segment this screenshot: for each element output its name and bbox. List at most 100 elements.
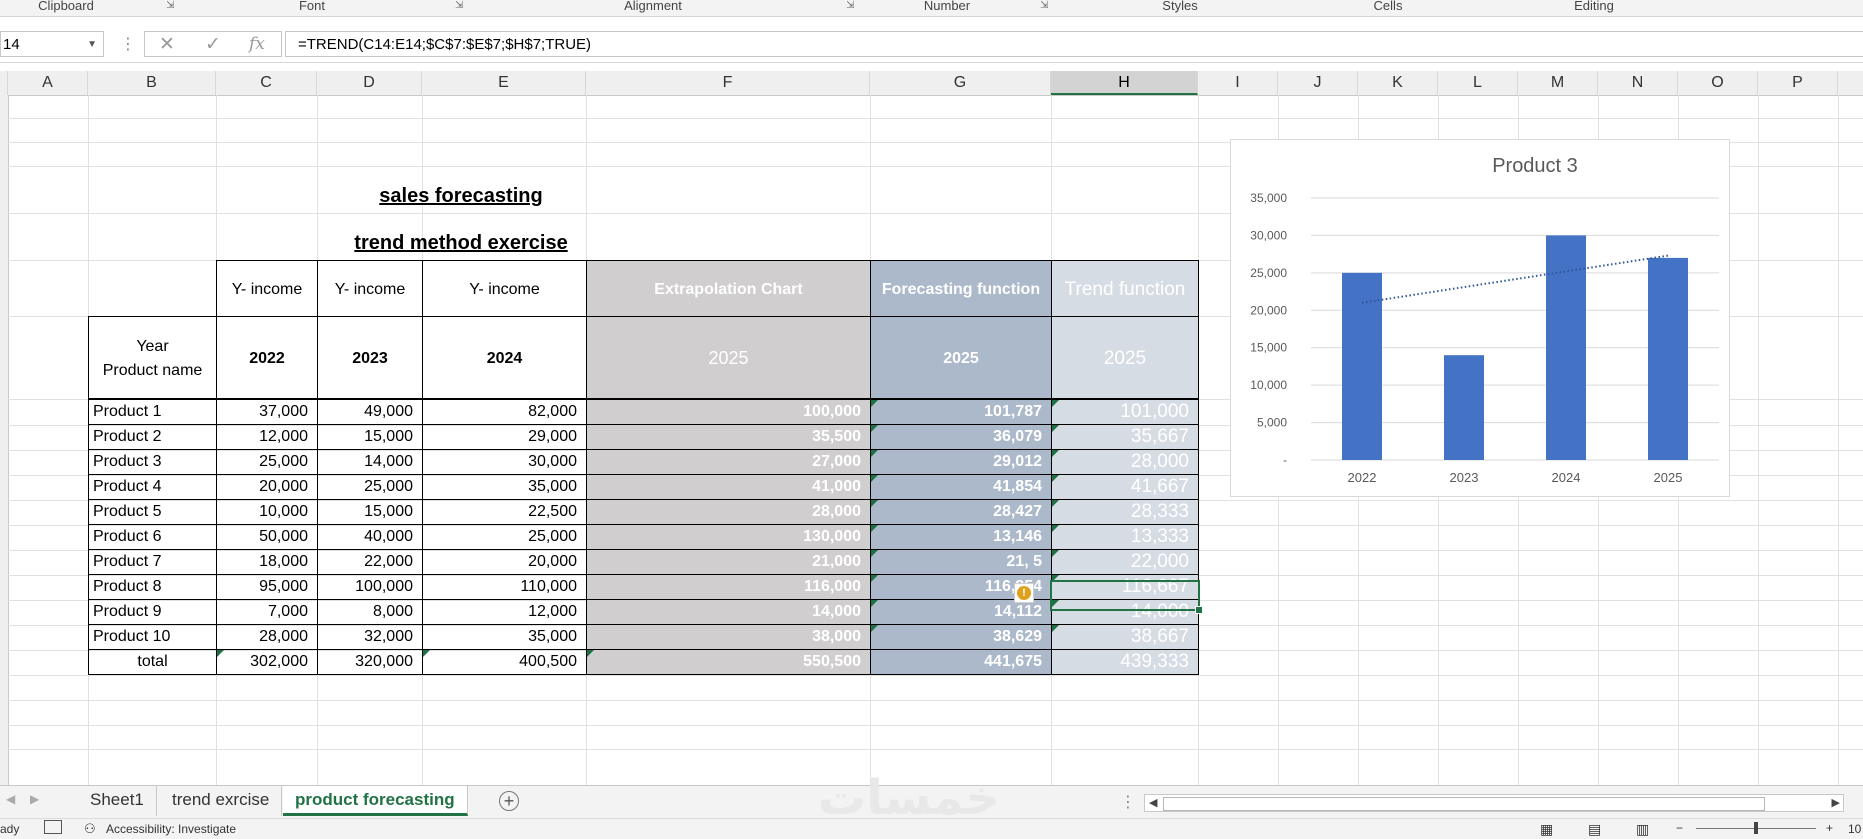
row-2-y2023-cell[interactable]: 15,000 [317,424,423,450]
row-1-y2024-cell[interactable]: 82,000 [422,399,587,425]
row-10-y2022-cell[interactable]: 28,000 [216,624,318,650]
column-header-f[interactable]: F [586,71,870,95]
header-year-2024[interactable]: 2024 [422,316,587,399]
row-2-extrap-cell[interactable]: 35,500 [586,424,871,450]
row-4-extrap-cell[interactable]: 41,000 [586,474,871,500]
header-extrap-2025[interactable]: 2025 [586,316,871,399]
row-10-y2023-cell[interactable]: 32,000 [317,624,423,650]
row-5-forecast-cell[interactable]: 28,427 [870,499,1052,525]
row-9-y2022-cell[interactable]: 7,000 [216,599,318,625]
clipboard-launcher-icon[interactable]: ⇲ [166,1,176,11]
fill-handle[interactable] [1195,606,1203,614]
row-7-forecast-cell[interactable]: 21, 5 [870,549,1052,575]
row-1-forecast-cell[interactable]: 101,787 [870,399,1052,425]
row-4-trend-cell[interactable]: 41,667 [1051,474,1199,500]
column-header-d[interactable]: D [317,71,422,95]
column-header-h[interactable]: H [1051,71,1198,95]
row-5-y2023-cell[interactable]: 15,000 [317,499,423,525]
column-header-e[interactable]: E [422,71,586,95]
row-8-y2023-cell[interactable]: 100,000 [317,574,423,600]
row-10-y2024-cell[interactable]: 35,000 [422,624,587,650]
row-8-trend-cell[interactable]: 116,667 [1051,574,1199,600]
tab-trend-exrcise[interactable]: trend exrcise [160,786,283,816]
column-header-g[interactable]: G [870,71,1051,95]
row-7-y2023-cell[interactable]: 22,000 [317,549,423,575]
column-header-c[interactable]: C [216,71,317,95]
row-5-y2022-cell[interactable]: 10,000 [216,499,318,525]
row-3-extrap-cell[interactable]: 27,000 [586,449,871,475]
row-5-extrap-cell[interactable]: 28,000 [586,499,871,525]
header-year-2022[interactable]: 2022 [216,316,318,399]
error-warning-icon[interactable]: ! [1014,583,1034,603]
zoom-level[interactable]: 10 [1848,822,1861,836]
select-all-corner[interactable] [0,71,8,95]
row-4-y2022-cell[interactable]: 20,000 [216,474,318,500]
row-3-y2022-cell[interactable]: 25,000 [216,449,318,475]
row-6-forecast-cell[interactable]: 13,146 [870,524,1052,550]
header-forecast-2025[interactable]: 2025 [870,316,1052,399]
formula-input[interactable]: =TREND(C14:E14;$C$7:$E$7;$H$7;TRUE) [285,31,1863,57]
page-layout-view-icon[interactable]: ▤ [1588,821,1601,838]
row-5-name-cell[interactable]: Product 5 [88,499,217,525]
horizontal-scrollbar[interactable]: ◀ ▶ [1144,794,1844,812]
column-header-b[interactable]: B [88,71,216,95]
accessibility-icon[interactable]: ⚇ [84,821,96,837]
row-3-name-cell[interactable]: Product 3 [88,449,217,475]
header-income-2024[interactable]: Y- income [422,260,587,317]
column-header-a[interactable]: A [8,71,88,95]
insert-function-icon[interactable]: fx [249,34,265,54]
row-7-y2022-cell[interactable]: 18,000 [216,549,318,575]
row-9-y2023-cell[interactable]: 8,000 [317,599,423,625]
row-5-y2024-cell[interactable]: 22,500 [422,499,587,525]
row-1-y2022-cell[interactable]: 37,000 [216,399,318,425]
header-income-2022[interactable]: Y- income [216,260,318,317]
row-8-extrap-cell[interactable]: 116,000 [586,574,871,600]
row-1-trend-cell[interactable]: 101,000 [1051,399,1199,425]
header-income-2023[interactable]: Y- income [317,260,423,317]
font-launcher-icon[interactable]: ⇲ [455,1,465,11]
column-header-m[interactable]: M [1518,71,1598,95]
row-2-y2022-cell[interactable]: 12,000 [216,424,318,450]
name-box[interactable]: 14 ▼ [0,31,104,57]
zoom-out-icon[interactable]: − [1676,821,1683,835]
row-7-name-cell[interactable]: Product 7 [88,549,217,575]
row-3-y2023-cell[interactable]: 14,000 [317,449,423,475]
row-2-y2024-cell[interactable]: 29,000 [422,424,587,450]
column-header-n[interactable]: N [1598,71,1678,95]
row-9-extrap-cell[interactable]: 14,000 [586,599,871,625]
row-3-y2024-cell[interactable]: 30,000 [422,449,587,475]
total-y2023-cell[interactable]: 320,000 [317,649,423,675]
scrollbar-thumb[interactable] [1163,797,1765,811]
row-6-y2022-cell[interactable]: 50,000 [216,524,318,550]
tab-next-icon[interactable]: ▶ [30,792,39,806]
row-6-name-cell[interactable]: Product 6 [88,524,217,550]
tab-split-grip-icon[interactable]: ⋮ [1120,792,1136,812]
total-name-cell[interactable]: total [88,649,217,675]
row-2-trend-cell[interactable]: 35,667 [1051,424,1199,450]
total-trend-cell[interactable]: 439,333 [1051,649,1199,675]
row-6-y2023-cell[interactable]: 40,000 [317,524,423,550]
total-extrap-cell[interactable]: 550,500 [586,649,871,675]
row-7-trend-cell[interactable]: 22,000 [1051,549,1199,575]
header-trend-2025[interactable]: 2025 [1051,316,1199,399]
add-sheet-icon[interactable]: + [499,791,519,811]
row-1-y2023-cell[interactable]: 49,000 [317,399,423,425]
scroll-left-icon[interactable]: ◀ [1149,795,1157,811]
row-9-trend-cell[interactable]: 14,000 [1051,599,1199,625]
row-8-name-cell[interactable]: Product 8 [88,574,217,600]
row-1-name-cell[interactable]: Product 1 [88,399,217,425]
header-year-product[interactable]: Year Product name [88,316,217,399]
row-10-trend-cell[interactable]: 38,667 [1051,624,1199,650]
row-8-y2022-cell[interactable]: 95,000 [216,574,318,600]
header-trend-function[interactable]: Trend function [1051,260,1199,317]
cancel-icon[interactable]: ✕ [159,33,175,56]
column-header-p[interactable]: P [1758,71,1838,95]
header-extrapolation-chart[interactable]: Extrapolation Chart [586,260,871,317]
zoom-slider-thumb[interactable] [1754,822,1758,834]
column-header-o[interactable]: O [1678,71,1758,95]
status-accessibility[interactable]: Accessibility: Investigate [106,822,236,836]
row-10-name-cell[interactable]: Product 10 [88,624,217,650]
number-launcher-icon[interactable]: ⇲ [1040,1,1050,11]
tab-prev-icon[interactable]: ◀ [6,792,15,806]
row-2-forecast-cell[interactable]: 36,079 [870,424,1052,450]
